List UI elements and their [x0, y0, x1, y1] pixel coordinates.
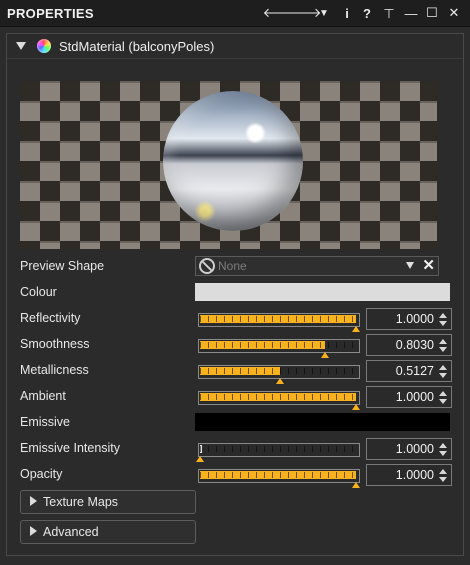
emissive-intensity-input[interactable]: 1.0000	[366, 438, 452, 460]
preview-shape-label: Preview Shape	[20, 259, 105, 273]
info-icon[interactable]: i	[337, 3, 357, 23]
smoothness-slider[interactable]	[198, 339, 360, 358]
slider-ticks	[200, 472, 358, 478]
advanced-label: Advanced	[43, 525, 99, 539]
smoothness-input[interactable]: 0.8030	[366, 334, 452, 356]
material-sphere-icon	[37, 39, 51, 53]
emissive-intensity-label: Emissive Intensity	[20, 441, 121, 455]
minimize-icon[interactable]: —	[401, 3, 421, 23]
slider-ticks	[200, 342, 358, 348]
reflectivity-input[interactable]: 1.0000	[366, 308, 452, 330]
smoothness-value: 0.8030	[395, 338, 434, 352]
emissive-swatch[interactable]	[195, 413, 450, 431]
emissive-label: Emissive	[20, 415, 71, 429]
metallicness-label: Metallicness	[20, 363, 89, 377]
ambient-slider[interactable]	[198, 391, 360, 410]
panel-title: PROPERTIES	[7, 6, 94, 21]
opacity-value: 1.0000	[395, 468, 434, 482]
spinner-icon[interactable]	[438, 389, 448, 405]
colour-label: Colour	[20, 285, 57, 299]
ambient-value: 1.0000	[395, 390, 434, 404]
metallicness-slider[interactable]	[198, 365, 360, 384]
help-icon[interactable]: ?	[357, 3, 377, 23]
clear-icon[interactable]: ✕	[422, 256, 435, 274]
no-entry-icon	[199, 258, 215, 274]
close-icon[interactable]: ✕	[444, 3, 464, 23]
material-preview[interactable]	[20, 81, 437, 249]
slider-ticks	[200, 368, 358, 374]
reflectivity-label: Reflectivity	[20, 311, 81, 325]
colour-swatch[interactable]	[195, 283, 450, 301]
preview-shape-select[interactable]: None ✕	[195, 256, 439, 276]
ambient-input[interactable]: 1.0000	[366, 386, 452, 408]
slider-ticks	[200, 446, 358, 452]
slider-ticks	[200, 316, 358, 322]
slider-handle[interactable]	[276, 378, 284, 384]
forward-arrow-icon[interactable]: 🡒	[287, 3, 322, 23]
slider-ticks	[200, 394, 358, 400]
slider-handle[interactable]	[321, 352, 329, 358]
maximize-icon[interactable]: ☐	[422, 3, 442, 23]
spinner-icon[interactable]	[438, 441, 448, 457]
metallicness-value: 0.5127	[395, 364, 434, 378]
slider-handle[interactable]	[352, 482, 360, 488]
metallicness-input[interactable]: 0.5127	[366, 360, 452, 382]
material-name: StdMaterial (balconyPoles)	[59, 39, 215, 54]
spinner-icon[interactable]	[438, 467, 448, 483]
dropdown-menu-icon[interactable]: ▼	[314, 3, 334, 23]
texture-maps-foldout[interactable]: Texture Maps	[20, 490, 196, 514]
preview-sphere	[163, 91, 303, 231]
reflectivity-value: 1.0000	[395, 312, 434, 326]
material-header[interactable]: StdMaterial (balconyPoles)	[7, 34, 463, 59]
expand-arrow-icon	[30, 496, 37, 506]
emissive-intensity-slider[interactable]	[196, 443, 360, 462]
slider-handle[interactable]	[352, 326, 360, 332]
smoothness-label: Smoothness	[20, 337, 90, 351]
opacity-input[interactable]: 1.0000	[366, 464, 452, 486]
spinner-icon[interactable]	[438, 363, 448, 379]
ambient-label: Ambient	[20, 389, 66, 403]
spinner-icon[interactable]	[438, 337, 448, 353]
spinner-icon[interactable]	[438, 311, 448, 327]
advanced-foldout[interactable]: Advanced	[20, 520, 196, 544]
titlebar: PROPERTIES 🡐 🡒 ▼ i ? ⊥ — ☐ ✕	[0, 0, 470, 27]
preview-shape-value: None	[218, 259, 247, 273]
opacity-label: Opacity	[20, 467, 63, 481]
pin-icon[interactable]: ⊥	[379, 3, 399, 23]
texture-maps-label: Texture Maps	[43, 495, 119, 509]
emissive-intensity-value: 1.0000	[395, 442, 434, 456]
expand-arrow-icon	[30, 526, 37, 536]
reflectivity-slider[interactable]	[198, 313, 360, 332]
collapse-arrow-icon[interactable]	[16, 42, 26, 50]
slider-handle[interactable]	[196, 456, 204, 462]
chevron-down-icon[interactable]	[406, 262, 414, 269]
material-panel: StdMaterial (balconyPoles) Preview Shape…	[6, 33, 464, 556]
opacity-slider[interactable]	[198, 469, 360, 488]
slider-handle[interactable]	[352, 404, 360, 410]
